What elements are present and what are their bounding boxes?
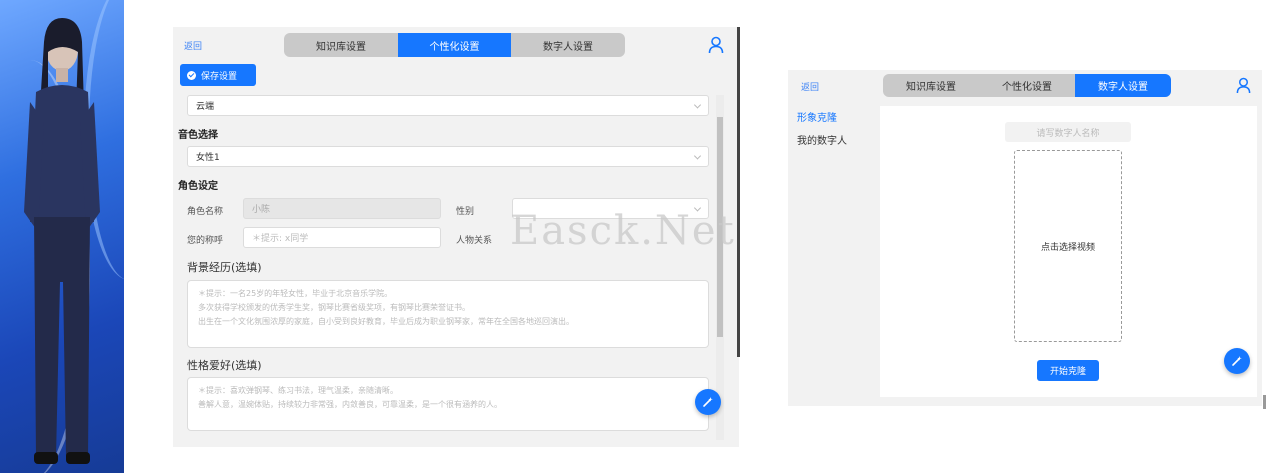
background-placeholder-line: 出生在一个文化氛围浓厚的家庭，自小受到良好教育，毕业后成为职业钢琴家，常年在全国… — [198, 317, 574, 326]
back-link[interactable]: 返回 — [184, 39, 202, 52]
start-clone-button[interactable]: 开始克隆 — [1037, 360, 1099, 381]
background-textarea[interactable]: ＊提示：一名25岁的年轻女性，毕业于北京音乐学院。 多次获得学校颁发的优秀学生奖… — [187, 280, 709, 348]
voice-section-title: 音色选择 — [178, 130, 218, 141]
digital-settings-tabs: 知识库设置 个性化设置 数字人设置 — [883, 74, 1171, 97]
screenshot-stage: 返回 知识库设置 个性化设置 数字人设置 保存设置 云端 音色选择 女性1 角色… — [0, 0, 1266, 473]
tab-knowledge-base[interactable]: 知识库设置 — [883, 74, 979, 97]
voice-select-value: 女性1 — [196, 153, 220, 163]
tab-personalization[interactable]: 个性化设置 — [398, 33, 511, 57]
role-name-value: 小陈 — [252, 205, 271, 215]
relation-label: 人物关系 — [456, 236, 493, 246]
your-name-label: 您的称呼 — [187, 236, 224, 246]
hobby-textarea[interactable]: ＊提示：喜欢弹钢琴、练习书法，理气温柔，亲随清晰。 善解人意，温婉体贴，持续较力… — [187, 377, 709, 431]
deployment-select[interactable]: 云端 — [187, 95, 709, 116]
user-icon[interactable] — [1236, 77, 1251, 94]
tab-knowledge-base[interactable]: 知识库设置 — [284, 33, 398, 57]
assistant-fab-button[interactable] — [695, 389, 721, 415]
tab-digital-human[interactable]: 数字人设置 — [1075, 74, 1171, 97]
hobby-placeholder-line: 善解人意，温婉体贴，持续较力非常强，内敛善良，可靠温柔，是一个很有涵养的人。 — [198, 400, 502, 409]
tab-digital-human[interactable]: 数字人设置 — [511, 33, 625, 57]
digital-human-name-input[interactable]: 请写数字人名称 — [1005, 122, 1131, 142]
video-upload-label: 点击选择视频 — [1040, 242, 1095, 253]
sidebar-item-my-digital-humans[interactable]: 我的数字人 — [797, 132, 847, 147]
user-icon[interactable] — [708, 36, 724, 54]
watermark-text: Easck.Net — [510, 208, 736, 254]
role-section-title: 角色设定 — [178, 181, 218, 192]
your-name-placeholder: ＊提示: x同学 — [252, 234, 309, 244]
check-circle-icon — [187, 70, 196, 80]
person-figure — [24, 18, 100, 464]
role-name-field: 小陈 — [243, 198, 441, 219]
hobby-placeholder-line: ＊提示：喜欢弹钢琴、练习书法，理气温柔，亲随清晰。 — [198, 386, 398, 395]
background-placeholder-line: ＊提示：一名25岁的年轻女性，毕业于北京音乐学院。 — [198, 289, 393, 298]
background-title: 背景经历(选填) — [187, 261, 262, 274]
back-link[interactable]: 返回 — [801, 80, 819, 93]
magic-wand-icon — [703, 397, 713, 407]
your-name-input[interactable]: ＊提示: x同学 — [243, 227, 441, 248]
video-upload-area[interactable]: 点击选择视频 — [1014, 150, 1122, 342]
digital-human-name-placeholder: 请写数字人名称 — [1036, 128, 1100, 139]
sidebar-item-avatar-clone[interactable]: 形象克隆 — [797, 109, 837, 124]
gender-label: 性别 — [456, 207, 475, 217]
settings-tabs: 知识库设置 个性化设置 数字人设置 — [284, 33, 625, 57]
panel-divider — [737, 27, 740, 357]
chevron-down-icon — [693, 151, 702, 160]
tab-personalization[interactable]: 个性化设置 — [979, 74, 1075, 97]
voice-select[interactable]: 女性1 — [187, 146, 709, 167]
digital-human-portrait — [0, 0, 124, 473]
save-settings-button[interactable]: 保存设置 — [180, 64, 256, 86]
hobby-title: 性格爱好(选填) — [187, 359, 262, 372]
assistant-fab-button[interactable] — [1224, 348, 1250, 374]
deployment-select-value: 云端 — [196, 102, 215, 112]
magic-wand-icon — [1232, 356, 1242, 366]
save-settings-label: 保存设置 — [201, 71, 238, 82]
role-name-label: 角色名称 — [187, 207, 224, 217]
background-placeholder-line: 多次获得学校颁发的优秀学生奖，钢琴比赛省级奖项，有钢琴比赛荣誉证书。 — [198, 303, 470, 312]
chevron-down-icon — [693, 100, 702, 109]
